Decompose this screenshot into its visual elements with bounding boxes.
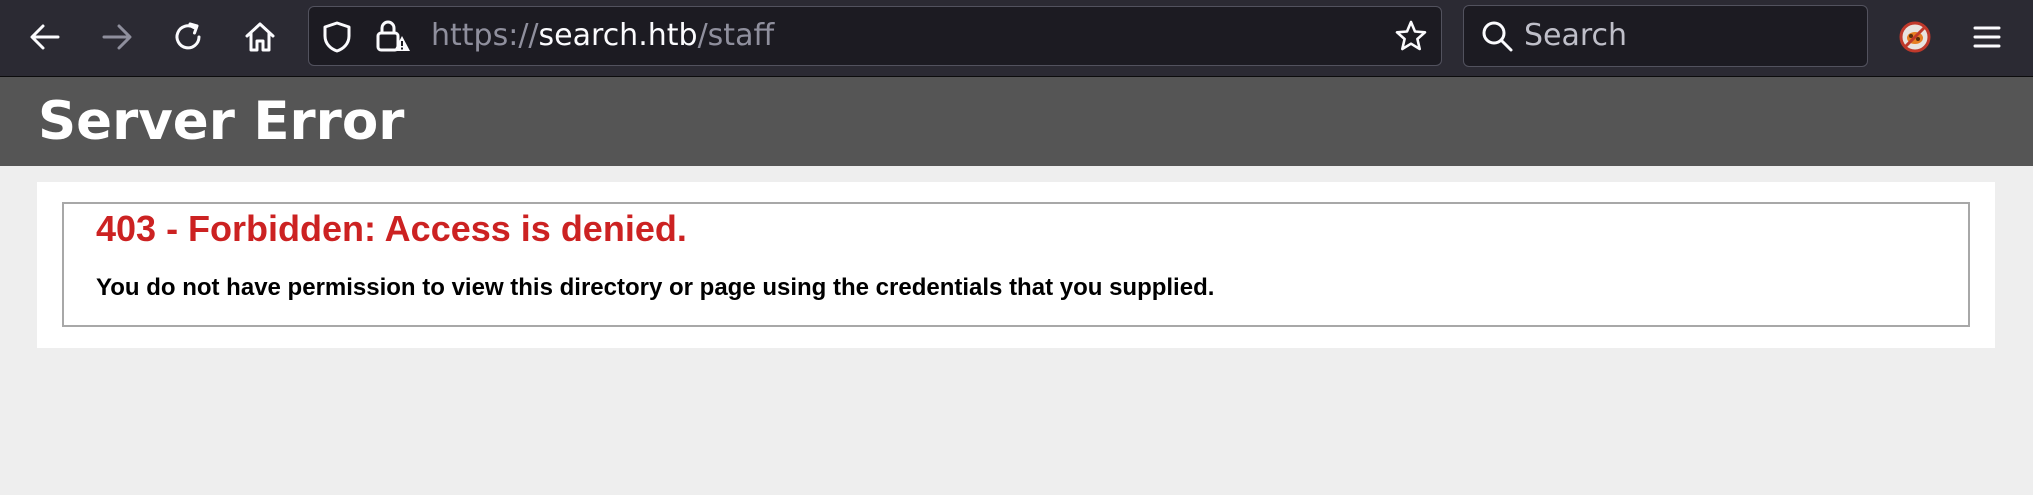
reload-icon [172, 20, 206, 54]
forward-arrow-icon [100, 20, 134, 54]
url-text[interactable]: https://search.htb/staff [431, 7, 774, 65]
extension-button[interactable] [1893, 15, 1937, 59]
home-button[interactable] [238, 15, 282, 59]
home-icon [243, 20, 277, 54]
shield-icon[interactable] [321, 20, 353, 58]
error-title: 403 - Forbidden: Access is denied. [96, 208, 687, 249]
url-scheme: https:// [431, 18, 539, 53]
reload-button[interactable] [167, 15, 211, 59]
menu-button[interactable] [1965, 15, 2009, 59]
url-host: search.htb [538, 18, 698, 53]
back-arrow-icon [28, 20, 62, 54]
browser-toolbar: https://search.htb/staff Search [0, 0, 2033, 77]
back-button[interactable] [23, 15, 67, 59]
forward-button[interactable] [95, 15, 139, 59]
magnifier-icon [1480, 19, 1514, 57]
extension-icon [1898, 20, 1932, 54]
hamburger-menu-icon [1972, 22, 2002, 52]
lock-warning-icon[interactable] [375, 18, 411, 58]
server-error-header: Server Error [0, 77, 2033, 166]
url-bar[interactable]: https://search.htb/staff [308, 6, 1442, 66]
search-placeholder: Search [1524, 18, 1628, 53]
search-bar[interactable]: Search [1463, 5, 1868, 67]
url-path: /staff [697, 18, 775, 53]
error-fieldset: 403 - Forbidden: Access is denied. You d… [62, 202, 1970, 327]
error-content: 403 - Forbidden: Access is denied. You d… [37, 182, 1995, 348]
page-title: Server Error [38, 91, 405, 152]
star-icon[interactable] [1394, 19, 1428, 57]
error-message: You do not have permission to view this … [96, 274, 1215, 301]
